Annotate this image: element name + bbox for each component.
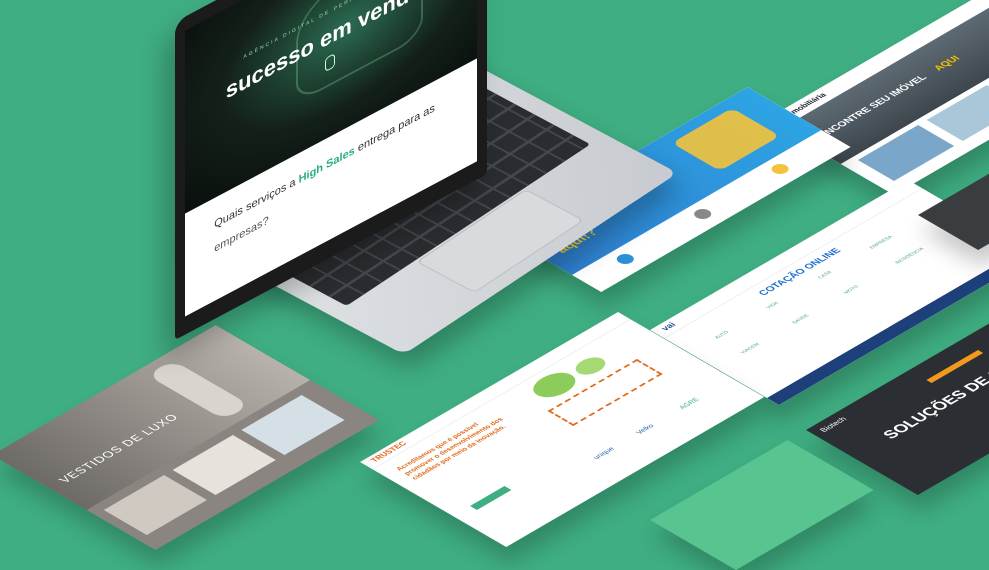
vai-logo: vai [658,320,678,332]
trustec-illustration [517,338,672,428]
feature-icon [613,252,638,266]
vestidos-site: VESTIDOS DE LUXO [0,325,379,550]
solucoes-logo: Biotech [818,415,849,434]
services-question-brand: High Sales [298,144,355,186]
model-figure [146,360,250,420]
partner-logo: AGRE [678,397,702,411]
service-item[interactable]: VIAGEM [739,342,761,355]
service-item[interactable]: RESIDÊNCIA [894,247,925,265]
feature-icon [768,162,793,176]
service-item[interactable]: AUTO [714,330,731,340]
cta-button[interactable] [470,486,512,510]
vestidos-title: VESTIDOS DE LUXO [55,411,182,485]
partner-logo: unique [592,446,617,461]
trustec-logo: TRUSTEC [368,440,409,464]
service-item[interactable]: SAÚDE [791,313,811,325]
mediaage-illustration [671,108,781,171]
service-item[interactable]: MOTO [843,285,861,295]
feature-icon [690,207,715,221]
partial-green-site [650,440,874,570]
solucoes-headline: SOLUÇÕES DE CONT [879,349,989,442]
service-item[interactable]: VIDA [765,301,780,310]
xp-accent: AQUI [931,54,963,73]
partner-logo: Velko [635,423,656,436]
mockup-scene: XP Imobiliária ENCONTRE SEU IMÓVEL AQUI … [0,0,989,570]
service-item[interactable]: CASA [817,270,834,280]
service-item[interactable]: EMPRESA [868,235,894,250]
